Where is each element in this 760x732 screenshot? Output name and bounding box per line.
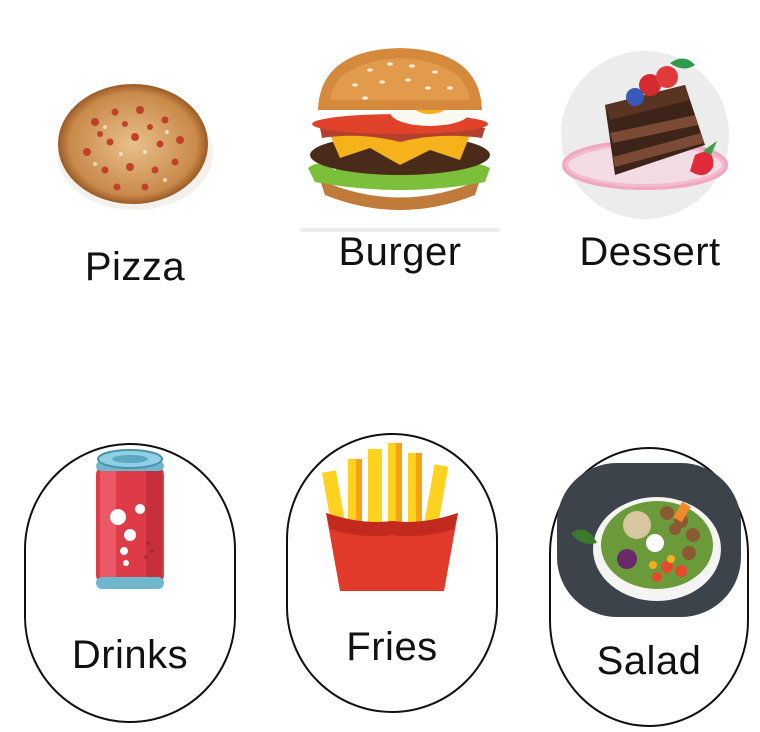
category-dessert[interactable]: Dessert <box>550 40 750 290</box>
burger-icon <box>308 48 490 210</box>
pizza-icon <box>57 84 213 210</box>
category-label-dessert: Dessert <box>579 230 721 274</box>
category-label-salad: Salad <box>596 639 702 683</box>
french-fries-icon <box>322 443 458 591</box>
category-label-burger: Burger <box>338 230 462 274</box>
category-pizza[interactable]: Pizza <box>40 60 230 300</box>
category-label-drinks: Drinks <box>71 633 189 677</box>
soda-can-icon <box>96 449 164 589</box>
salad-bowl-icon <box>557 463 741 617</box>
category-salad[interactable]: Salad <box>549 447 749 727</box>
category-label-pizza: Pizza <box>84 245 186 289</box>
category-fries[interactable]: Fries <box>286 433 498 713</box>
category-burger[interactable]: Burger <box>290 30 510 290</box>
category-drinks[interactable]: Drinks <box>24 443 236 723</box>
category-label-fries: Fries <box>346 625 438 669</box>
cake-slice-icon <box>561 51 729 219</box>
